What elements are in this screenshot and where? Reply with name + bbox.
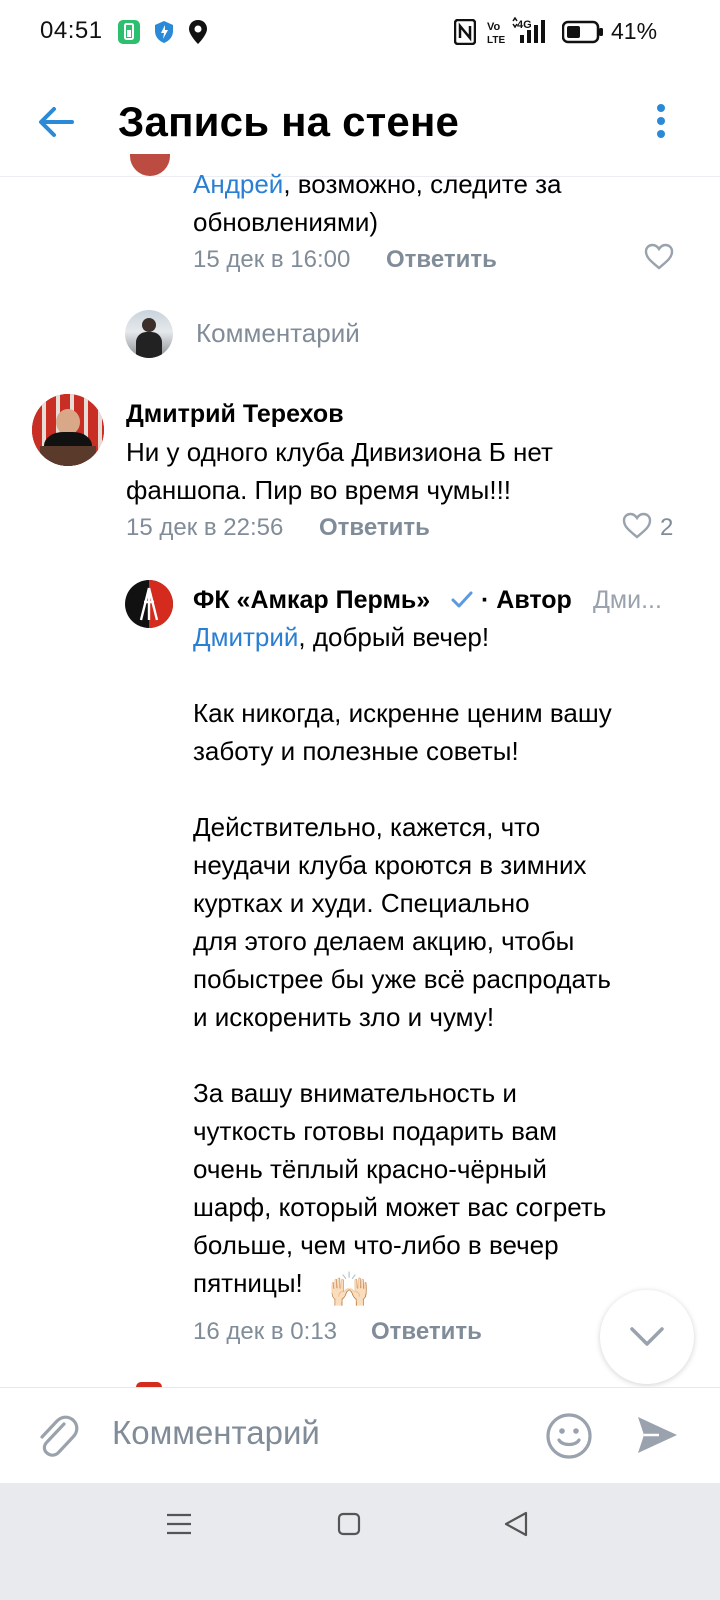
send-icon[interactable] <box>635 1414 679 1456</box>
status-time: 04:51 <box>40 17 103 44</box>
comment-author[interactable]: Дмитрий Терехов <box>126 400 344 429</box>
location-icon <box>189 20 207 44</box>
vertical-dots-icon <box>657 104 665 112</box>
svg-text:LTE: LTE <box>487 35 505 45</box>
more-options-button[interactable] <box>654 100 668 144</box>
system-nav-bar <box>0 1483 720 1600</box>
comment-text: Ни у одного клуба Дивизиона Б нет фаншоп… <box>126 437 553 505</box>
raised-hands-emoji: 🙌🏻 <box>328 1271 371 1309</box>
club-logo-icon <box>139 587 159 621</box>
author-badge: · Автор <box>481 586 572 614</box>
menu-icon[interactable] <box>166 1511 192 1537</box>
svg-text:Vo: Vo <box>487 21 501 33</box>
back-triangle-icon[interactable] <box>504 1511 530 1537</box>
battery-icon <box>562 20 603 44</box>
nfc-icon <box>454 19 476 45</box>
reply-author[interactable]: ФК «Амкар Пермь» <box>193 586 430 615</box>
mention-link[interactable]: Андрей <box>193 169 283 199</box>
arrow-left-icon[interactable] <box>34 100 78 144</box>
signal-4g-icon: 4G <box>512 17 545 43</box>
scroll-down-button[interactable] <box>600 1290 694 1384</box>
comment-date: 15 дек в 16:00 <box>193 246 351 273</box>
reply-button[interactable]: Ответить <box>386 246 497 274</box>
page-title: Запись на стене <box>118 98 460 145</box>
home-square-icon[interactable] <box>337 1512 361 1536</box>
comment-text: Андрей, возможно, следите за <box>193 169 562 199</box>
club-avatar[interactable] <box>125 580 173 628</box>
reply-to-name[interactable]: Дми... <box>593 586 662 615</box>
like-count: 2 <box>660 514 674 541</box>
comment-input[interactable]: Комментарий <box>112 1414 320 1452</box>
comment-date: 15 дек в 22:56 <box>126 514 284 541</box>
chevron-down-icon <box>630 1327 664 1346</box>
comment-body: Как никогда, искренне ценим вашу заботу … <box>193 698 612 1298</box>
comment-text-line: обновлениями) <box>193 207 379 237</box>
comment-date: 16 дек в 0:13 <box>193 1318 338 1345</box>
my-avatar <box>125 310 173 358</box>
reply-button[interactable]: Ответить <box>371 1318 482 1346</box>
inline-comment-input[interactable]: Комментарий <box>196 318 360 349</box>
mention-link[interactable]: Дмитрий <box>193 622 298 652</box>
paperclip-icon[interactable] <box>34 1412 80 1460</box>
verified-check-icon <box>451 591 473 608</box>
battery-saver-icon <box>118 20 140 44</box>
battery-percent: 41% <box>611 18 658 44</box>
comment-text: Дмитрий, добрый вечер! <box>193 622 490 652</box>
svg-text:4G: 4G <box>517 19 532 31</box>
shield-icon <box>155 21 173 43</box>
heart-icon[interactable] <box>644 243 674 271</box>
reply-button[interactable]: Ответить <box>319 514 430 542</box>
emoji-smile-icon[interactable] <box>545 1412 593 1460</box>
comment-composer <box>0 1387 720 1484</box>
volte-icon: Vo LTE <box>487 21 505 45</box>
heart-icon[interactable] <box>622 512 652 540</box>
commenter-avatar[interactable] <box>32 394 104 466</box>
